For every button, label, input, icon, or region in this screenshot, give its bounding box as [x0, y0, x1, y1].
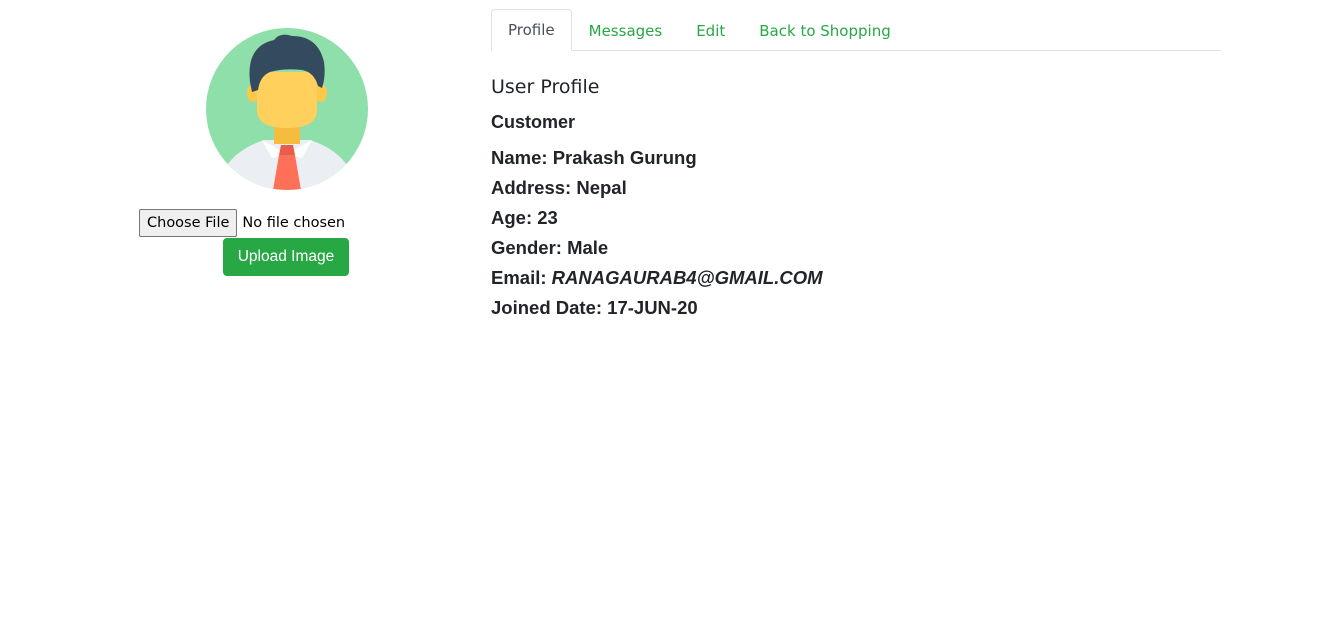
- user-avatar-icon: [206, 28, 368, 190]
- tab-messages[interactable]: Messages: [572, 10, 680, 51]
- address-field: Address: Nepal: [491, 173, 1221, 203]
- profile-fields: Name: Prakash Gurung Address: Nepal Age:…: [491, 143, 1221, 323]
- tab-edit[interactable]: Edit: [679, 10, 742, 51]
- email-label: Email:: [491, 267, 547, 288]
- user-role: Customer: [491, 112, 576, 132]
- age-value: 23: [537, 207, 558, 228]
- email-field: Email: RANAGAURAB4@GMAIL.COM: [491, 263, 1221, 293]
- file-status-text: No file chosen: [242, 215, 346, 231]
- tab-back-to-shopping[interactable]: Back to Shopping: [742, 10, 907, 51]
- gender-value: Male: [567, 237, 609, 258]
- name-value: Prakash Gurung: [552, 147, 697, 168]
- upload-image-button[interactable]: Upload Image: [223, 238, 349, 276]
- address-label: Address:: [491, 177, 572, 198]
- joined-date-value: 17-JUN-20: [607, 297, 698, 318]
- name-field: Name: Prakash Gurung: [491, 143, 1221, 173]
- joined-date-field: Joined Date: 17-JUN-20: [491, 293, 1221, 323]
- name-label: Name:: [491, 147, 548, 168]
- profile-page: Choose File No file chosen Upload Image …: [0, 0, 1332, 642]
- section-title: User Profile: [491, 76, 600, 98]
- avatar-panel: Choose File No file chosen Upload Image: [0, 0, 480, 300]
- gender-label: Gender:: [491, 237, 562, 258]
- profile-details: User Profile Customer Name: Prakash Guru…: [491, 72, 1221, 323]
- email-value: RANAGAURAB4@GMAIL.COM: [551, 267, 823, 288]
- gender-field: Gender: Male: [491, 233, 1221, 263]
- choose-file-button[interactable]: Choose File: [139, 209, 238, 237]
- file-picker: Choose File No file chosen: [139, 209, 345, 237]
- profile-tabs: Profile Messages Edit Back to Shopping: [491, 8, 1221, 51]
- age-field: Age: 23: [491, 203, 1221, 233]
- address-value: Nepal: [576, 177, 627, 198]
- tab-profile[interactable]: Profile: [491, 9, 572, 51]
- age-label: Age:: [491, 207, 533, 228]
- joined-date-label: Joined Date:: [491, 297, 603, 318]
